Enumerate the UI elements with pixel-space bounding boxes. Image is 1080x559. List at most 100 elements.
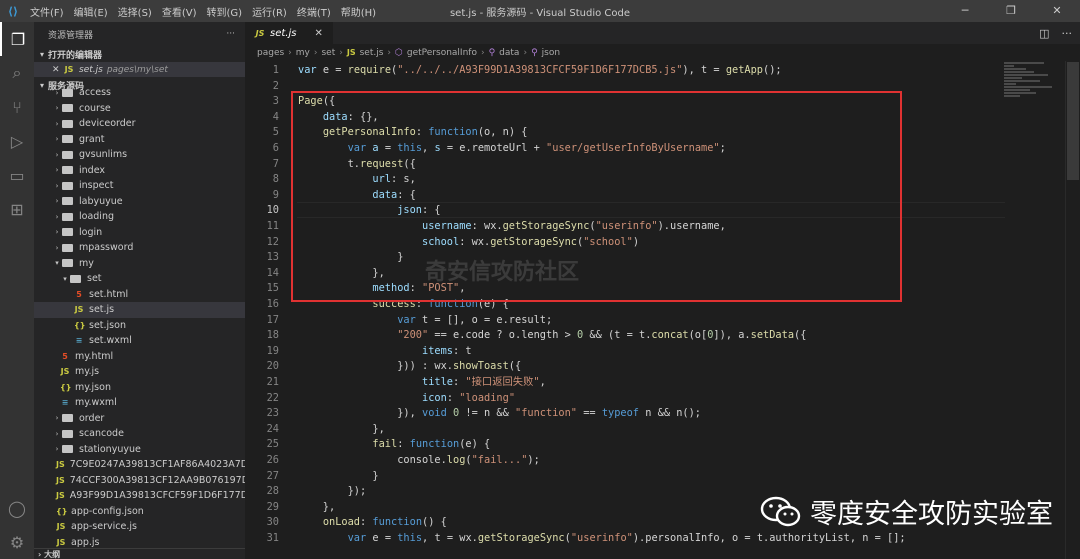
code-token: , t = wx. [422,532,478,544]
crumb-json[interactable]: json [542,48,560,58]
outline-section[interactable]: › 大纲 [34,548,245,559]
minimap-line [1004,95,1020,97]
editor-area: JS set.js ✕ ◫ ··· pages › my › set › JS set… [245,22,1080,559]
folder-icon [62,166,73,175]
code-token: : [360,516,373,529]
more-actions-icon[interactable]: ··· [1062,27,1073,40]
chevron-down-icon: ▾ [55,259,59,268]
menu-selection[interactable]: 选择(S) [118,4,152,19]
tree-folder[interactable]: › scancode [34,426,245,442]
open-editors-section[interactable]: ▾ 打开的编辑器 [34,46,245,62]
tree-item-label: set.js [89,304,115,316]
tree-file[interactable]: JS A93F99D1A39813CFCF59F1D6F177DCB5... [34,488,245,504]
tree-folder[interactable]: ▾ set [34,271,245,287]
explorer-icon[interactable]: ❐ [0,22,34,56]
crumb-set[interactable]: set [321,48,335,58]
tree-folder[interactable]: › labyuyue [34,194,245,210]
tree-file[interactable]: ≡ my.wxml [34,395,245,411]
tree-file[interactable]: JS set.js [34,302,245,318]
menu-go[interactable]: 转到(G) [207,4,243,19]
search-icon[interactable]: ⌕ [0,56,34,90]
crumb-pages[interactable]: pages [257,48,284,58]
minimap-line [1004,62,1044,64]
extensions-icon[interactable]: ⊞ [0,192,34,226]
menu-edit[interactable]: 编辑(E) [74,4,108,19]
open-editor-item[interactable]: ✕ JS set.js pages\my\set [34,62,245,77]
account-icon[interactable]: ◯ [0,491,34,525]
code-token: }, [298,500,336,513]
tree-folder[interactable]: › deviceorder [34,116,245,132]
minimize-icon[interactable]: ─ [942,0,988,22]
crumb-data[interactable]: data [499,48,519,58]
tree-folder[interactable]: › login [34,225,245,241]
js-file-icon: JS [60,367,70,377]
more-actions-icon[interactable]: ··· [226,29,235,39]
close-icon[interactable]: ✕ [1034,0,1080,22]
crumb-function[interactable]: getPersonalInfo [407,48,477,58]
tree-file[interactable]: 5 my.html [34,349,245,365]
remote-explorer-icon[interactable]: ▭ [0,158,34,192]
code-token: (); [763,64,782,76]
menu-run[interactable]: 运行(R) [252,4,287,19]
code-token: showToast [452,360,509,373]
restore-icon[interactable]: ❐ [988,0,1034,22]
tree-file[interactable]: JS 74CCF300A39813CF12AA9B076197DCB5... [34,473,245,489]
code-token: : [453,376,466,388]
menu-help[interactable]: 帮助(H) [341,4,376,19]
tree-folder[interactable]: › grant [34,132,245,148]
tree-folder[interactable]: ▾ my [34,256,245,272]
menu-terminal[interactable]: 终端(T) [297,4,331,19]
split-editor-icon[interactable]: ◫ [1039,27,1049,40]
code-token: function [409,438,460,451]
tree-folder[interactable]: › inspect [34,178,245,194]
tree-item-label: my.html [75,350,114,362]
crumb-my[interactable]: my [296,48,310,58]
code-line: 26 console.log("fail..."); [245,452,1005,468]
tree-file[interactable]: {} app-config.json [34,504,245,520]
folder-icon [62,150,73,159]
tree-folder[interactable]: › stationyuyue [34,442,245,458]
code-token: require [347,64,392,76]
code-token: e = [322,64,348,76]
tree-folder[interactable]: › order [34,411,245,427]
tree-file[interactable]: JS 7C9E0247A39813CF1AF86A4023A7DCB5... [34,457,245,473]
tree-file[interactable]: 5 set.html [34,287,245,303]
tree-file[interactable]: ≡ set.wxml [34,333,245,349]
manage-gear-icon[interactable]: ⚙ [0,525,34,559]
scrollbar-thumb[interactable] [1067,62,1079,180]
minimap[interactable] [1004,61,1060,121]
chevron-down-icon: ▾ [39,49,44,59]
tree-folder[interactable]: › course [34,101,245,117]
tab-set-js[interactable]: JS set.js ✕ [245,22,333,44]
menu-bar: 文件(F) 编辑(E) 选择(S) 查看(V) 转到(G) 运行(R) 终端(T… [26,4,376,19]
tree-file[interactable]: JS my.js [34,364,245,380]
js-file-icon: JS [346,48,356,57]
folder-icon [62,259,73,268]
minimap-line [1004,74,1048,76]
tree-file[interactable]: {} set.json [34,318,245,334]
tree-folder[interactable]: › loading [34,209,245,225]
minimap-line [1004,92,1036,94]
code-token: var [298,64,323,76]
menu-view[interactable]: 查看(V) [162,4,197,19]
tree-file[interactable]: {} my.json [34,380,245,396]
code-line: 20 })) : wx.showToast({ [245,358,1005,374]
line-number: 28 [266,485,279,498]
line-number: 18 [266,329,279,342]
crumb-file[interactable]: set.js [360,48,384,58]
close-editor-icon[interactable]: ✕ [52,65,64,75]
code-line: 1 var e = require("../../../A93F99D1A3981… [245,62,1005,78]
source-control-icon[interactable]: ⑂ [0,90,34,124]
run-debug-icon[interactable]: ▷ [0,124,34,158]
tree-folder[interactable]: › index [34,163,245,179]
code-line: 18 "200" == e.code ? o.length > 0 && (t … [245,327,1005,343]
code-token: typeof [601,407,640,420]
line-number: 24 [266,422,279,435]
line-number: 22 [266,391,279,404]
tree-folder[interactable]: › gvsunlims [34,147,245,163]
close-tab-icon[interactable]: ✕ [314,28,322,39]
menu-file[interactable]: 文件(F) [30,4,64,19]
tree-file[interactable]: JS app-service.js [34,519,245,535]
tree-folder[interactable]: › mpassword [34,240,245,256]
